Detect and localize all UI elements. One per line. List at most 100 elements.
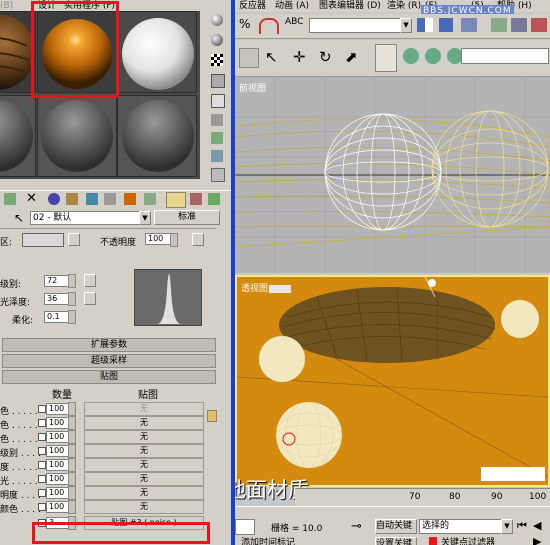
map-slot-button[interactable]: 无 — [84, 444, 204, 458]
rotate-icon[interactable]: ↻ — [319, 48, 332, 66]
reset-map-icon[interactable]: ✕ — [26, 192, 37, 206]
add-time-tag[interactable]: 添加时间标记 — [241, 537, 341, 545]
soften-input[interactable]: 0.1 — [44, 311, 70, 323]
map-amount-spinner[interactable] — [68, 416, 76, 430]
map-slot-button[interactable]: 无 — [84, 486, 204, 500]
auto-key-button[interactable]: 自动关键点 — [375, 519, 417, 534]
map-slot-button[interactable]: 无 — [84, 500, 204, 514]
make-preview-icon[interactable] — [211, 114, 223, 126]
sample-slot-gray-2[interactable] — [37, 95, 117, 177]
go-forward-sibling-icon[interactable] — [166, 192, 186, 208]
render-last-icon[interactable] — [425, 48, 441, 64]
go-to-parent-icon[interactable] — [144, 193, 156, 205]
sample-slot-gray-3[interactable] — [117, 95, 197, 177]
spec-level-input[interactable]: 72 — [44, 275, 70, 287]
map-amount-input[interactable]: 100 — [46, 445, 70, 457]
show-map-icon[interactable] — [104, 193, 116, 205]
map-amount-input[interactable]: 100 — [46, 459, 70, 471]
map-row-checkbox[interactable] — [38, 447, 46, 455]
menu-item-reactor[interactable]: 反应器 — [239, 0, 266, 12]
selected-dropdown-arrow[interactable]: ▼ — [501, 519, 513, 534]
material-navigator-icon[interactable] — [211, 168, 225, 182]
map-amount-spinner[interactable] — [68, 472, 76, 486]
render-scene-icon[interactable] — [375, 44, 397, 72]
opacity-map-button[interactable] — [192, 233, 204, 246]
layer-manager-icon[interactable] — [461, 18, 477, 32]
navigator-icon[interactable] — [208, 193, 220, 205]
material-type-button[interactable]: 标准 — [154, 210, 220, 225]
spec-level-map-button[interactable] — [84, 274, 96, 287]
selected-dropdown[interactable]: 选择的 — [419, 519, 503, 534]
spinner-snap-icon[interactable]: ABC — [285, 17, 303, 27]
spec-level-spinner[interactable] — [68, 274, 76, 288]
material-name-field[interactable]: 02 - 默认 — [30, 211, 144, 225]
make-unique-icon[interactable] — [48, 193, 60, 205]
render-type-dropdown[interactable] — [461, 48, 549, 64]
select-by-material-icon[interactable] — [211, 150, 223, 162]
rollout-extended-params[interactable]: 扩展参数 — [2, 338, 216, 352]
material-editor-icon[interactable] — [531, 18, 547, 32]
play-icon[interactable]: ▶ — [533, 535, 541, 545]
opacity-input[interactable]: 100 — [145, 233, 171, 245]
scale-icon[interactable]: ⬈ — [345, 48, 358, 66]
glossiness-spinner[interactable] — [68, 292, 76, 306]
menu-item-rendering[interactable]: 渲染 (R) — [387, 0, 421, 12]
map-amount-input[interactable]: 100 — [46, 501, 70, 513]
options-icon[interactable] — [211, 132, 223, 144]
mirror-icon[interactable] — [417, 18, 433, 32]
map-row-checkbox[interactable] — [38, 433, 46, 441]
go-to-start-icon[interactable]: ⏮ — [517, 519, 527, 533]
map-row-checkbox[interactable] — [38, 503, 46, 511]
soften-spinner[interactable] — [68, 310, 76, 324]
create-tab-icon[interactable] — [239, 48, 259, 68]
set-key-button[interactable]: 设置关键点 — [375, 537, 417, 545]
map-row-checkbox[interactable] — [38, 475, 46, 483]
background-checker-icon[interactable] — [211, 54, 223, 66]
uv-tiling-icon[interactable] — [211, 74, 225, 88]
glossiness-input[interactable]: 36 — [44, 293, 70, 305]
schematic-view-icon[interactable] — [511, 18, 527, 32]
key-icon[interactable]: ⊸ — [351, 519, 362, 534]
viewport-perspective[interactable]: 透视图 — [235, 275, 550, 487]
sample-slot-gray-1[interactable] — [0, 95, 36, 177]
quick-render-icon[interactable] — [403, 48, 419, 64]
map-amount-spinner[interactable] — [68, 500, 76, 514]
sample-type-icon[interactable] — [211, 14, 223, 26]
pick-material-icon[interactable] — [190, 193, 202, 205]
map-amount-spinner[interactable] — [68, 458, 76, 472]
map-slot-button[interactable]: 无 — [84, 458, 204, 472]
self-illum-color-swatch[interactable] — [22, 233, 64, 247]
show-end-result-icon[interactable] — [124, 193, 136, 205]
named-selection-dropdown[interactable] — [309, 18, 401, 33]
opacity-spinner[interactable] — [170, 233, 178, 247]
video-check-icon[interactable] — [211, 94, 225, 108]
put-to-scene-icon[interactable] — [4, 193, 16, 205]
map-amount-input[interactable]: 100 — [46, 473, 70, 485]
map-amount-spinner[interactable] — [68, 430, 76, 444]
percent-snap-icon[interactable]: % — [239, 17, 250, 31]
menu-item-graph-editors[interactable]: 图表编辑器 (D) — [319, 0, 381, 12]
magnet-snap-icon[interactable] — [259, 18, 279, 34]
map-amount-input[interactable]: 100 — [46, 487, 70, 499]
map-slot-button[interactable]: 无 — [84, 416, 204, 430]
menu-item-animation[interactable]: 动画 (A) — [275, 0, 309, 12]
sample-slot-white[interactable] — [117, 11, 197, 93]
map-row-checkbox[interactable] — [38, 489, 46, 497]
lock-icon[interactable] — [207, 410, 217, 422]
align-icon[interactable] — [439, 18, 453, 32]
map-slot-button[interactable]: 无 — [84, 402, 204, 416]
named-selection-arrow[interactable]: ▼ — [400, 18, 412, 33]
backlight-icon[interactable] — [211, 34, 223, 46]
map-slot-button[interactable]: 无 — [84, 430, 204, 444]
coord-field[interactable] — [235, 519, 255, 535]
eyedropper-icon[interactable]: ↖ — [14, 211, 24, 225]
material-name-dropdown[interactable]: ▼ — [139, 211, 151, 225]
rollout-maps[interactable]: 贴图 — [2, 370, 216, 384]
map-amount-input[interactable]: 100 — [46, 403, 70, 415]
map-amount-input[interactable]: 100 — [46, 431, 70, 443]
previous-frame-icon[interactable]: ◀ — [533, 519, 541, 532]
map-amount-input[interactable]: 100 — [46, 417, 70, 429]
map-amount-spinner[interactable] — [68, 444, 76, 458]
self-illum-map-button[interactable] — [68, 233, 80, 246]
viewport-front[interactable]: 前视图 — [235, 77, 550, 273]
